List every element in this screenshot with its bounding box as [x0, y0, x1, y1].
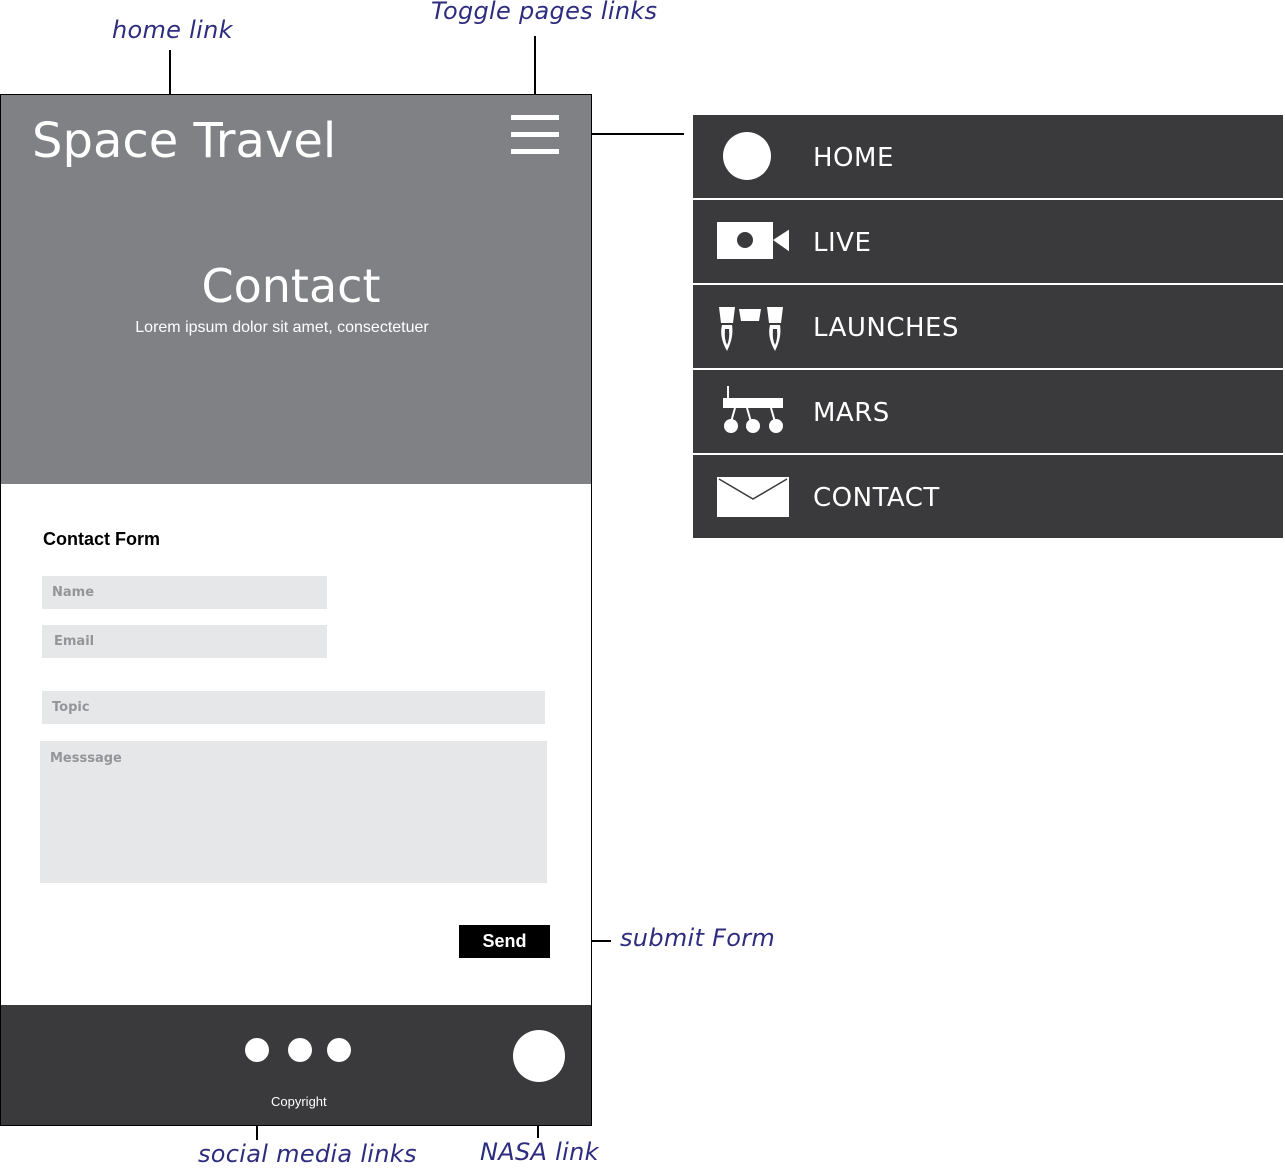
email-field[interactable] [42, 625, 327, 658]
menu-item-live[interactable]: LIVE [693, 200, 1283, 285]
home-icon [723, 132, 771, 180]
rockets-icon [719, 307, 783, 351]
menu-item-contact[interactable]: CONTACT [693, 455, 1283, 538]
contact-form-title: Contact Form [43, 529, 160, 549]
annotation-toggle-to-menu-line [577, 133, 684, 135]
menu-item-label: HOME [813, 143, 894, 173]
menu-item-label: MARS [813, 398, 890, 428]
message-field[interactable] [40, 741, 547, 883]
nasa-logo-icon[interactable] [513, 1030, 565, 1082]
send-button[interactable]: Send [459, 925, 550, 958]
page-footer: Copyright [1, 1005, 591, 1125]
topic-field[interactable] [42, 691, 545, 724]
name-field[interactable] [42, 576, 327, 609]
social-icon-1[interactable] [245, 1038, 269, 1062]
menu-item-mars[interactable]: MARS [693, 370, 1283, 455]
menu-item-launches[interactable]: LAUNCHES [693, 285, 1283, 370]
page-header: Space Travel Contact Lorem ipsum dolor s… [1, 95, 591, 484]
video-camera-icon [717, 222, 789, 259]
annotation-submit-form: submit Form [620, 924, 776, 952]
menu-item-label: CONTACT [813, 483, 940, 513]
envelope-icon [717, 477, 789, 517]
home-link[interactable]: Space Travel [32, 113, 336, 169]
annotation-nasa-link: NASA link [480, 1138, 599, 1166]
hamburger-icon[interactable] [511, 115, 559, 155]
menu-item-home[interactable]: HOME [693, 115, 1283, 200]
annotation-home-link: home link [112, 16, 233, 44]
rover-icon [723, 386, 783, 433]
social-icon-2[interactable] [288, 1038, 312, 1062]
menu-item-label: LIVE [813, 228, 872, 258]
page-subtitle: Lorem ipsum dolor sit amet, consectetuer [135, 319, 429, 336]
menu-item-label: LAUNCHES [813, 313, 959, 343]
mobile-contact-page: Space Travel Contact Lorem ipsum dolor s… [0, 94, 592, 1126]
navigation-menu: HOME LIVE LAUNCHES MARS CONTACT [693, 115, 1283, 538]
copyright-text: Copyright [271, 1094, 327, 1109]
annotation-social-media-links: social media links [198, 1140, 417, 1168]
annotation-toggle-pages-links: Toggle pages links [431, 0, 658, 25]
page-title: Contact [201, 259, 381, 313]
social-icon-3[interactable] [327, 1038, 351, 1062]
